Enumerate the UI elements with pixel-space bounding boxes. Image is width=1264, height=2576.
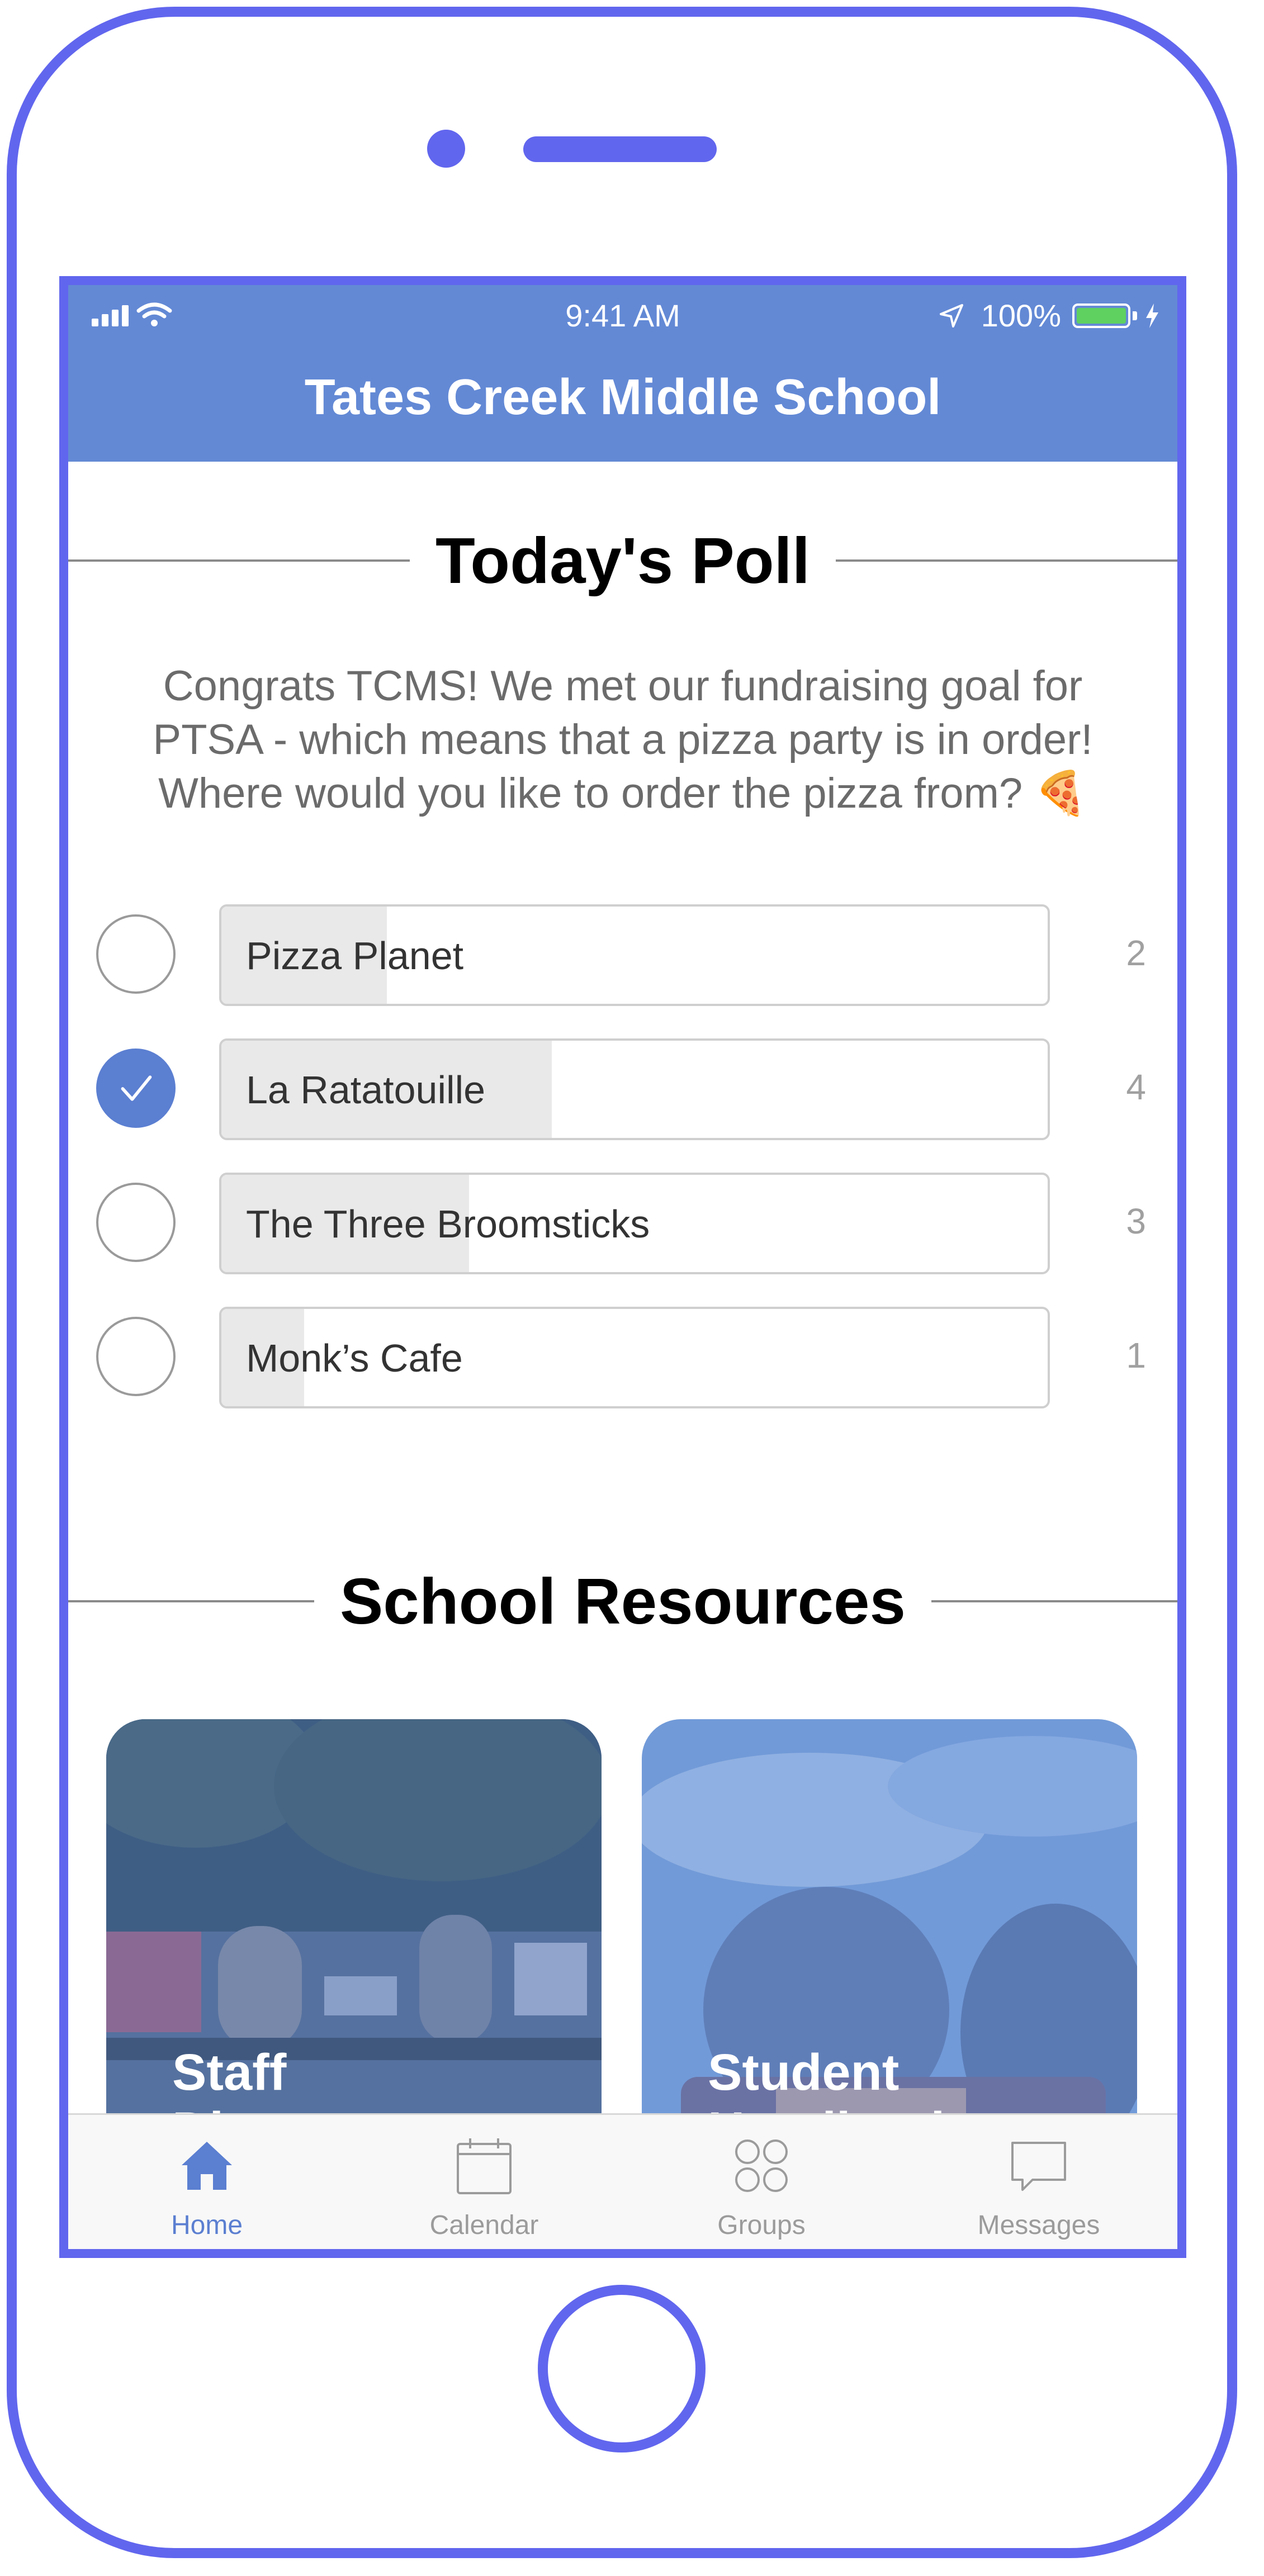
tab-calendar[interactable]: Calendar [345,2115,623,2249]
radio-button[interactable] [96,1183,176,1262]
tab-home[interactable]: Home [68,2115,345,2249]
vote-count: 2 [1126,933,1146,973]
option-bar[interactable]: Pizza Planet [219,904,1050,1006]
vote-count: 3 [1126,1201,1146,1241]
app-header: 9:41 AM 100% Tates Creek Middle School [68,285,1177,462]
radio-button-selected[interactable] [96,1049,176,1128]
divider [68,1600,314,1602]
calendar-icon [457,2138,512,2194]
speaker-grille [523,136,717,162]
tab-label: Calendar [429,2210,539,2240]
option-bar[interactable]: La Ratatouille [219,1038,1050,1140]
poll-question: Congrats TCMS! We met our fundraising go… [153,662,1093,817]
tab-label: Groups [717,2210,806,2240]
radio-button[interactable] [96,1317,176,1396]
status-bar: 9:41 AM 100% [68,285,1177,347]
tab-bar: Home Calendar Groups Messages [68,2113,1177,2249]
option-label: The Three Broomsticks [246,1202,650,1246]
groups-icon [735,2139,788,2192]
student-handbook-card[interactable]: Student Handbook [642,1719,1137,2166]
tab-groups[interactable]: Groups [623,2115,900,2249]
battery-icon [1072,303,1130,328]
battery-percent: 100% [981,298,1061,333]
option-label: La Ratatouille [246,1068,486,1112]
vote-count: 4 [1126,1067,1146,1107]
option-bar[interactable]: The Three Broomsticks [219,1173,1050,1274]
status-right-indicators: 100% [939,297,1161,334]
divider [836,559,1177,562]
home-icon [182,2142,232,2190]
tab-label: Messages [977,2210,1100,2240]
poll-option[interactable]: Pizza Planet 2 [68,904,1177,1006]
divider [931,1600,1177,1602]
messages-icon [1011,2142,1066,2191]
resources-heading: School Resources [339,1565,906,1638]
tab-label: Home [171,2210,243,2240]
charging-bolt-icon [1146,303,1158,328]
poll-option[interactable]: The Three Broomsticks 3 [68,1173,1177,1274]
location-arrow-icon [939,303,963,328]
staff-directory-card[interactable]: Staff Directory [106,1719,602,2166]
tab-messages[interactable]: Messages [900,2115,1177,2249]
option-label: Monk’s Cafe [246,1336,463,1380]
battery-tip [1133,311,1137,320]
poll-option[interactable]: Monk’s Cafe 1 [68,1307,1177,1408]
poll-option[interactable]: La Ratatouille 4 [68,1038,1177,1140]
checkmark-icon [121,1075,152,1101]
vote-count: 1 [1126,1335,1146,1375]
option-bar[interactable]: Monk’s Cafe [219,1307,1050,1408]
resources-heading-row: School Resources [68,1564,1177,1639]
phone-screen: 9:41 AM 100% Tates Creek Middle School T… [59,276,1186,2258]
camera-dot [427,130,465,168]
poll-heading-row: Today's Poll [68,523,1177,598]
radio-button[interactable] [96,914,176,994]
app-title: Tates Creek Middle School [304,369,941,425]
poll-heading: Today's Poll [435,524,811,597]
option-label: Pizza Planet [246,934,464,978]
home-hardware-button[interactable] [538,2285,706,2452]
divider [68,559,410,562]
